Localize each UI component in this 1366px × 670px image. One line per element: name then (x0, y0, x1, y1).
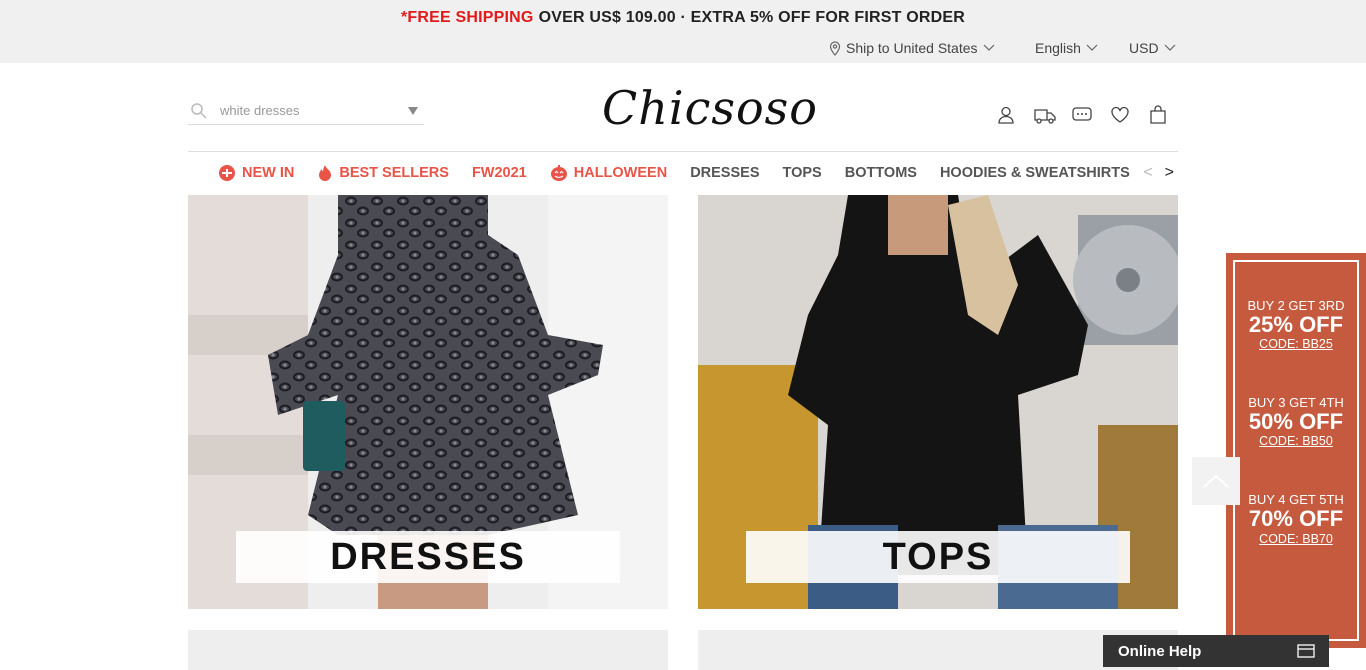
nav-item-best-sellers[interactable]: BEST SELLERS (317, 164, 449, 182)
nav-prev-button[interactable]: < (1143, 164, 1152, 182)
nav-item-label: NEW IN (242, 164, 295, 181)
tile-label: TOPS (746, 531, 1130, 583)
promo-discount: 25% OFF (1248, 312, 1344, 337)
nav-item-label: TOPS (782, 164, 822, 181)
promo-sidebar[interactable]: BUY 2 GET 3RD 25% OFF CODE: BB25 BUY 3 G… (1226, 253, 1366, 648)
search-input[interactable] (220, 103, 400, 118)
nav-item-hoodies[interactable]: HOODIES & SWEATSHIRTS (940, 165, 1130, 181)
truck-icon[interactable] (1034, 105, 1056, 125)
chat-window-icon (1297, 644, 1315, 658)
category-tile-dresses[interactable]: DRESSES (188, 195, 668, 609)
promo-condition: BUY 2 GET 3RD (1247, 298, 1345, 313)
caret-down-icon[interactable] (408, 106, 418, 115)
chevron-down-icon (983, 44, 994, 51)
bag-icon[interactable] (1148, 105, 1168, 125)
currency-label: USD (1129, 40, 1159, 56)
currency-selector[interactable]: USD (1129, 40, 1176, 56)
nav-item-dresses[interactable]: DRESSES (690, 165, 759, 181)
site-logo[interactable]: Chicsoso (560, 81, 860, 135)
nav-item-label: FW2021 (471, 164, 527, 181)
promo-condition: BUY 3 GET 4TH (1248, 395, 1344, 411)
nav-item-label: BOTTOMS (844, 164, 917, 181)
chevron-down-icon (1086, 44, 1098, 51)
nav-item-label: DRESSES (690, 164, 760, 181)
chevron-up-icon (1203, 474, 1229, 488)
category-tile-tops[interactable]: TOPS (698, 195, 1178, 609)
chat-icon[interactable] (1072, 105, 1092, 125)
nav-item-bottoms[interactable]: BOTTOMS (845, 165, 917, 181)
ship-to-label: Ship to United States (846, 40, 978, 56)
new-badge-icon (219, 164, 235, 181)
nav-item-halloween[interactable]: HALLOWEEN (550, 164, 667, 182)
nav-item-new-in[interactable]: NEW IN (218, 164, 294, 182)
free-shipping-text: *FREE SHIPPING (400, 9, 534, 26)
online-help-button[interactable]: Online Help (1103, 635, 1329, 667)
main-nav: NEW IN BEST SELLERS FW2021 HALLOWEEN DRE… (188, 151, 1178, 193)
promo-code: CODE: BB70 (1259, 531, 1333, 546)
tile-label: DRESSES (236, 531, 620, 583)
promo-offer-2: BUY 3 GET 4TH 50% OFF CODE: BB50 (1235, 395, 1357, 448)
search-bar (188, 97, 424, 125)
promo-offer-3: BUY 4 GET 5TH 70% OFF CODE: BB70 (1235, 492, 1357, 545)
online-help-label: Online Help (1118, 642, 1202, 660)
ship-to-selector[interactable]: Ship to United States (829, 40, 995, 56)
promo-offer-1: BUY 2 GET 3RD 25% OFF CODE: BB25 (1235, 298, 1357, 351)
back-to-top-button[interactable] (1192, 457, 1240, 505)
chevron-down-icon (1164, 44, 1175, 51)
pumpkin-icon (550, 164, 567, 181)
nav-item-label: HOODIES & SWEATSHIRTS (939, 164, 1130, 181)
user-icon[interactable] (996, 105, 1016, 125)
fire-icon (319, 164, 332, 181)
language-selector[interactable]: English (1035, 40, 1098, 56)
promo-text: OVER US$ 109.00 · EXTRA 5% OFF FOR FIRST… (538, 9, 966, 26)
location-pin-icon (829, 40, 841, 56)
promo-code: CODE: BB25 (1259, 337, 1333, 352)
nav-next-button[interactable]: > (1165, 164, 1174, 182)
nav-item-label: HALLOWEEN (573, 164, 668, 181)
utility-bar: Ship to United States English USD (0, 36, 1366, 63)
category-tile-next-1[interactable] (188, 630, 668, 670)
heart-icon[interactable] (1110, 105, 1130, 125)
header-icons (996, 105, 1168, 125)
language-label: English (1035, 40, 1081, 56)
promo-condition: BUY 4 GET 5TH (1248, 492, 1344, 508)
nav-arrows: < > (1143, 164, 1174, 182)
promo-discount: 50% OFF (1248, 409, 1344, 435)
nav-item-tops[interactable]: TOPS (783, 165, 822, 181)
header: Chicsoso (0, 63, 1366, 151)
nav-item-label: BEST SELLERS (339, 164, 449, 181)
promo-code: CODE: BB50 (1259, 434, 1333, 449)
promo-discount: 70% OFF (1248, 506, 1344, 532)
top-banner: *FREE SHIPPING OVER US$ 109.00 · EXTRA 5… (0, 0, 1366, 36)
promo-frame: BUY 2 GET 3RD 25% OFF CODE: BB25 BUY 3 G… (1233, 260, 1359, 641)
search-icon[interactable] (190, 102, 208, 120)
nav-item-fw2021[interactable]: FW2021 (472, 165, 527, 181)
